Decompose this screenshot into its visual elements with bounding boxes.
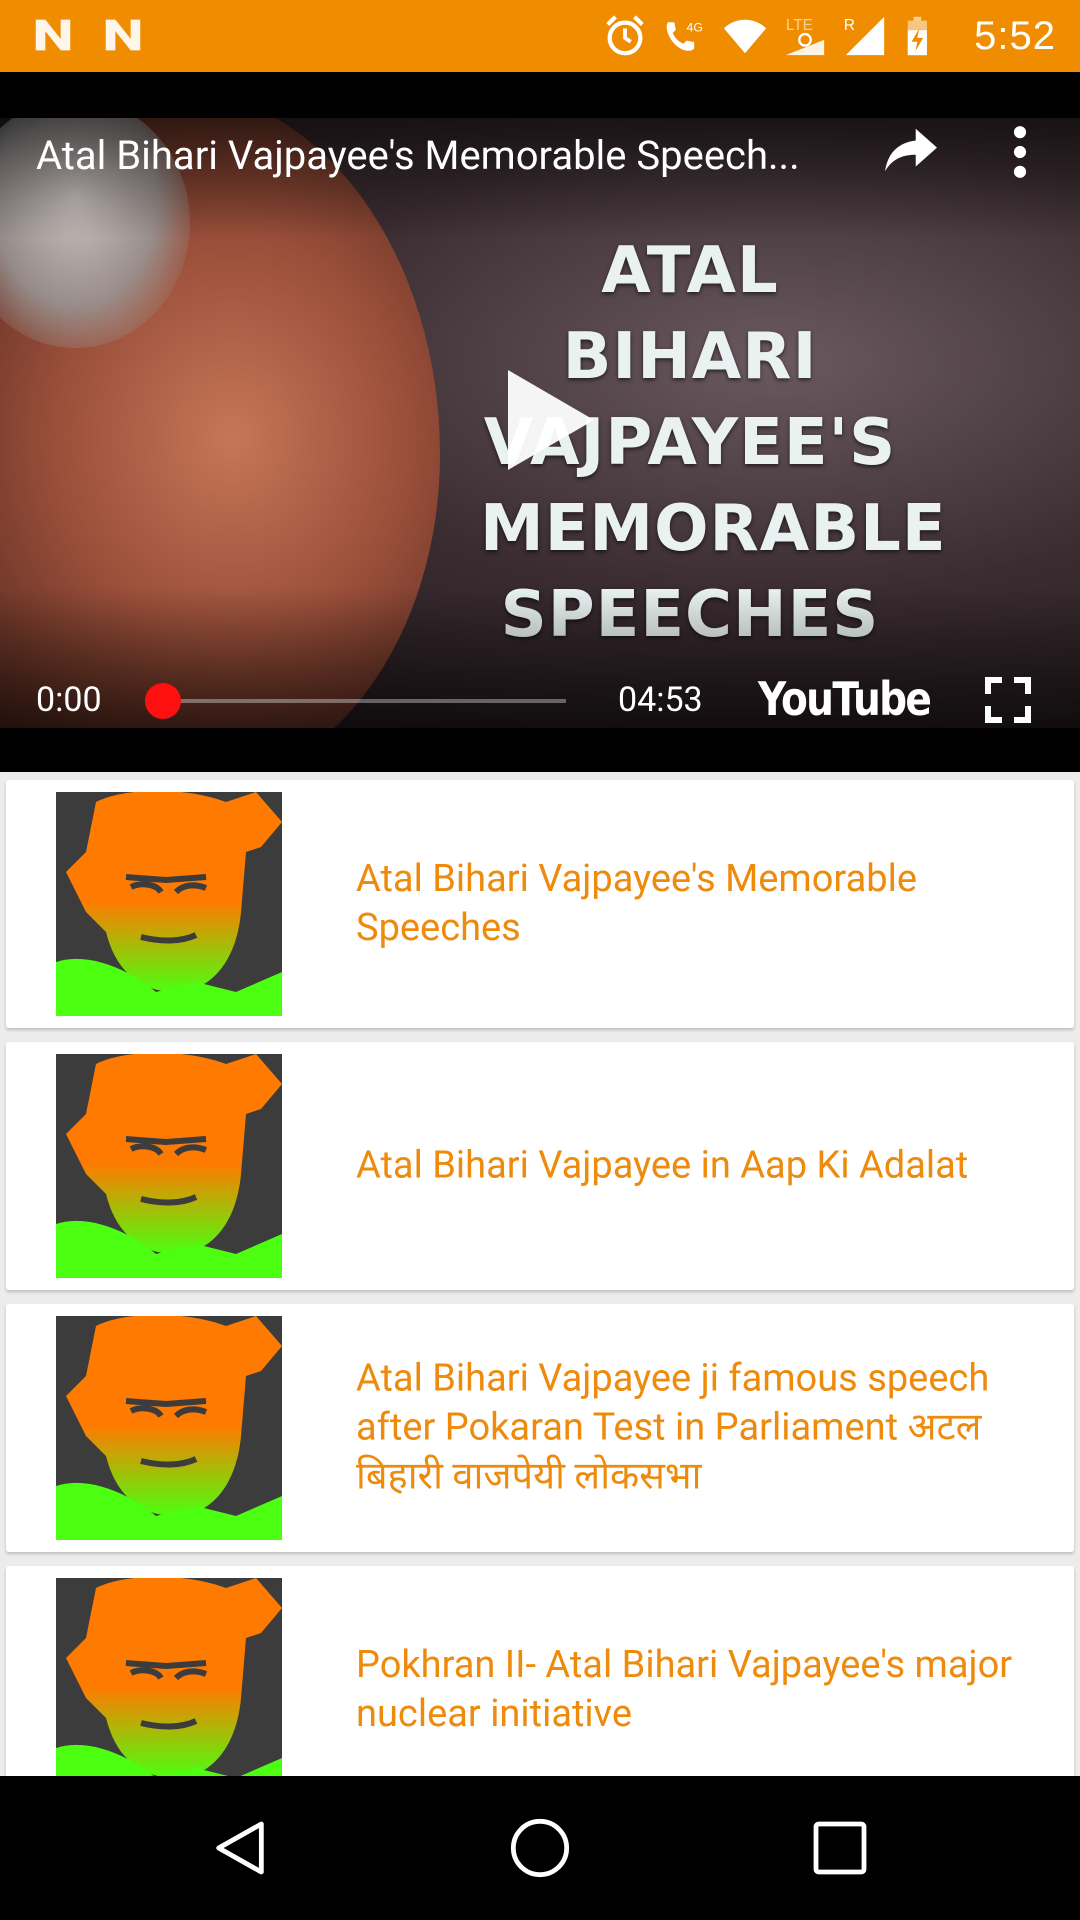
lte-signal-icon: LTE bbox=[785, 17, 825, 56]
video-thumbnail bbox=[56, 1316, 282, 1540]
thumbnail-text-line: MEMORABLE bbox=[480, 492, 947, 566]
roaming-signal-icon: R bbox=[844, 16, 885, 56]
volte-call-icon: 4G bbox=[666, 20, 703, 51]
video-list: Atal Bihari Vajpayee's Memorable Speeche… bbox=[0, 772, 1080, 1776]
seek-thumb[interactable] bbox=[145, 683, 181, 719]
notification-n-icon bbox=[35, 19, 71, 51]
video-list-item[interactable]: Pokhran II- Atal Bihari Vajpayee's major… bbox=[6, 1566, 1074, 1776]
network-label: 4G bbox=[687, 20, 703, 34]
video-item-title[interactable]: Atal Bihari Vajpayee ji famous speech af… bbox=[356, 1355, 1056, 1502]
video-list-item[interactable]: Atal Bihari Vajpayee's Memorable Speeche… bbox=[6, 780, 1074, 1028]
youtube-logo[interactable]: YouTube bbox=[758, 672, 932, 726]
video-thumbnail bbox=[56, 792, 282, 1016]
status-bar: 4G LTE R 5:52 bbox=[0, 0, 1080, 72]
navigation-bar bbox=[0, 1776, 1080, 1920]
video-item-title[interactable]: Atal Bihari Vajpayee's Memorable Speeche… bbox=[356, 855, 1056, 953]
video-title[interactable]: Atal Bihari Vajpayee's Memorable Speech.… bbox=[36, 132, 836, 179]
portrait-thumbnail-image bbox=[56, 792, 282, 1016]
portrait-thumbnail-image bbox=[56, 1316, 282, 1540]
status-clock: 5:52 bbox=[974, 13, 1056, 58]
current-time: 0:00 bbox=[36, 680, 102, 720]
battery-charging-icon bbox=[907, 16, 928, 56]
roaming-label: R bbox=[844, 17, 855, 34]
play-icon[interactable] bbox=[508, 370, 594, 470]
back-icon[interactable] bbox=[208, 1816, 272, 1880]
wifi-icon bbox=[724, 19, 767, 54]
video-thumbnail bbox=[56, 1578, 282, 1776]
seek-bar[interactable] bbox=[162, 699, 566, 703]
notification-n-icon bbox=[105, 19, 141, 51]
video-thumbnail bbox=[56, 1054, 282, 1278]
share-icon[interactable] bbox=[882, 124, 940, 176]
notification-icons bbox=[30, 12, 146, 58]
video-duration: 04:53 bbox=[618, 680, 703, 720]
recents-icon[interactable] bbox=[808, 1816, 872, 1880]
portrait-thumbnail-image bbox=[56, 1054, 282, 1278]
video-item-title[interactable]: Pokhran II- Atal Bihari Vajpayee's major… bbox=[356, 1641, 1056, 1739]
video-list-item[interactable]: Atal Bihari Vajpayee ji famous speech af… bbox=[6, 1304, 1074, 1552]
home-icon[interactable] bbox=[508, 1816, 572, 1880]
fullscreen-icon[interactable] bbox=[984, 676, 1032, 724]
video-list-item[interactable]: Atal Bihari Vajpayee in Aap Ki Adalat bbox=[6, 1042, 1074, 1290]
system-icons: 4G LTE R 5:52 bbox=[602, 0, 1056, 72]
alarm-icon bbox=[606, 15, 644, 56]
more-options-icon[interactable] bbox=[1000, 124, 1040, 180]
video-item-title[interactable]: Atal Bihari Vajpayee in Aap Ki Adalat bbox=[356, 1142, 1056, 1191]
portrait-thumbnail-image bbox=[56, 1578, 282, 1776]
lte-label: LTE bbox=[786, 17, 813, 34]
